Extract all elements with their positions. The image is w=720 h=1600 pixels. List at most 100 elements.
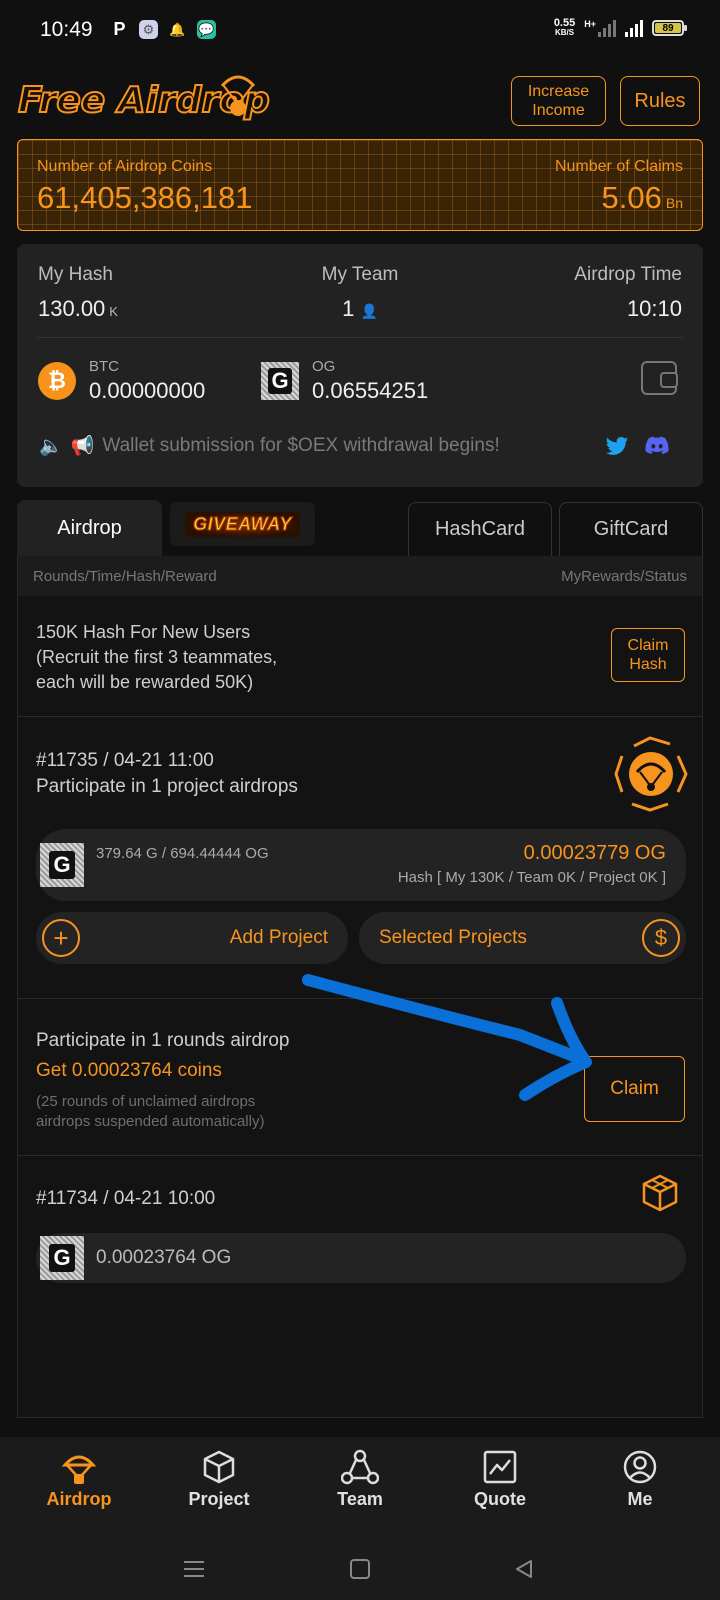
megaphone-icon: 📢 (70, 436, 95, 457)
round-reward: 0.00023779 OG (523, 842, 666, 864)
home-icon[interactable] (350, 1559, 370, 1579)
status-right: 0.55 KB/S H+ 89 (554, 18, 687, 38)
og-name: OG (312, 358, 336, 375)
og-value: 0.06554251 (312, 378, 429, 403)
speed-unit: KB/S (554, 28, 575, 37)
speaker-icon: 🔈 (39, 436, 63, 457)
round-11734-reward: 0.00023764 OG (96, 1247, 232, 1268)
team-network-icon (341, 1449, 379, 1485)
twitter-icon[interactable] (605, 436, 629, 458)
nav-project-label: Project (188, 1489, 250, 1509)
tab-giveaway[interactable]: GIVEAWAY (170, 502, 315, 546)
nav-quote[interactable]: Quote (450, 1449, 550, 1510)
coins-label: Number of Airdrop Coins (37, 158, 213, 175)
rules-button[interactable]: Rules (620, 76, 700, 126)
parachute-icon (61, 1455, 97, 1484)
add-project-label: Add Project (229, 927, 328, 948)
nav-project[interactable]: Project (169, 1449, 269, 1510)
network-type: H+ (584, 19, 596, 29)
divider (37, 337, 683, 338)
airdrop-time-value: 10:10 (626, 296, 682, 321)
claim-coins-text: Get 0.00023764 coins (36, 1060, 222, 1081)
bell-icon: 🔔 (169, 21, 186, 37)
discord-icon[interactable] (645, 436, 669, 456)
increase-income-button[interactable]: Increase Income (511, 76, 606, 126)
announcement-bar[interactable]: 🔈 📢 Wallet submission for $OEX withdrawa… (39, 434, 500, 458)
nav-quote-label: Quote (474, 1489, 526, 1509)
chat-app-icon: 💬 (197, 20, 216, 39)
menu-icon[interactable] (183, 1559, 205, 1579)
og-icon: G (261, 362, 299, 400)
claim-note-line2: airdrops suspended automatically) (36, 1113, 265, 1130)
round-title: #11735 / 04-21 11:00 (36, 750, 214, 771)
claim-note-line1: (25 rounds of unclaimed airdrops (36, 1093, 256, 1110)
round-11734-reward-card[interactable]: G 0.00023764 OG (36, 1233, 686, 1283)
claims-label: Number of Claims (554, 158, 683, 175)
claims-unit: Bn (665, 195, 683, 211)
claims-value: 5.06 (601, 180, 662, 215)
my-team-value: 1 (342, 296, 355, 321)
round-11735-header: #11735 / 04-21 11:00 Participate in 1 pr… (36, 748, 298, 800)
status-bar: 10:49 P ⚙ 🔔 💬 0.55 KB/S H+ 89 (0, 0, 720, 62)
selected-projects-label: Selected Projects (379, 927, 527, 948)
chart-icon (483, 1450, 517, 1484)
nav-me[interactable]: Me (590, 1449, 690, 1510)
network-speed: 0.55 KB/S (554, 18, 575, 38)
claim-note: (25 rounds of unclaimed airdrops airdrop… (36, 1092, 264, 1132)
project-amount: 379.64 G / 694.44444 OG (96, 845, 269, 862)
battery-level: 89 (662, 22, 674, 34)
bottom-nav: Airdrop Project Team Quote Me (0, 1437, 720, 1600)
giveaway-label: GIVEAWAY (185, 511, 300, 537)
claim-rounds-text: Participate in 1 rounds airdrop (36, 1030, 290, 1051)
row-divider (18, 1155, 702, 1156)
status-time: 10:49 (40, 18, 93, 41)
app-logo: Free Airdrop (17, 72, 271, 128)
plus-circle-icon: + (42, 919, 80, 957)
project-reward-card[interactable]: G 379.64 G / 694.44444 OG 0.00023779 OG … (36, 829, 686, 901)
og-project-icon: G (40, 843, 84, 887)
btc-name: BTC (89, 358, 119, 375)
nav-airdrop-label: Airdrop (46, 1489, 112, 1509)
user-stats-card: My Hash 130.00 K My Team 1 👤 Airdrop Time… (17, 244, 703, 487)
back-icon[interactable] (514, 1559, 534, 1579)
og-reward-icon: G (40, 1236, 84, 1280)
dollar-circle-icon: $ (642, 919, 680, 957)
user-circle-icon (623, 1450, 657, 1484)
airdrop-stats-banner: Number of Airdrop Coins 61,405,386,181 N… (17, 139, 703, 231)
row-divider (18, 716, 702, 717)
wallet-icon[interactable] (641, 361, 678, 395)
nav-team[interactable]: Team (310, 1449, 410, 1510)
p-app-icon: P (113, 19, 126, 39)
selected-projects-button[interactable]: Selected Projects $ (359, 912, 686, 964)
promo-line2: (Recruit the first 3 teammates, (36, 647, 278, 667)
round-11734-title: #11734 / 04-21 10:00 (36, 1188, 216, 1209)
airdrop-badge-icon (614, 736, 688, 812)
tab-giftcard[interactable]: GiftCard (559, 502, 703, 556)
promo-line1: 150K Hash For New Users (36, 622, 251, 642)
claim-button[interactable]: Claim (584, 1056, 685, 1122)
add-project-button[interactable]: + Add Project (36, 912, 348, 964)
battery-icon: 89 (652, 20, 687, 36)
settings-app-icon: ⚙ (139, 20, 158, 39)
cube-icon (203, 1450, 235, 1484)
signal-icon (625, 19, 643, 37)
airdrop-list-panel: Rounds/Time/Hash/Reward MyRewards/Status… (17, 556, 703, 1418)
hash-detail: Hash [ My 130K / Team 0K / Project 0K ] (397, 869, 666, 886)
btc-icon: ₿ (38, 362, 76, 400)
coins-value: 61,405,386,181 (37, 180, 253, 215)
tab-airdrop[interactable]: Airdrop (17, 500, 162, 556)
row-divider (18, 998, 702, 999)
gift-box-icon (642, 1174, 678, 1212)
nav-team-label: Team (337, 1489, 383, 1509)
nav-airdrop[interactable]: Airdrop (29, 1449, 129, 1510)
round-subtitle: Participate in 1 project airdrops (36, 776, 298, 797)
airdrop-time-label: Airdrop Time (574, 264, 682, 285)
announcement-text: Wallet submission for $OEX withdrawal be… (102, 435, 500, 456)
person-icon: 👤 (360, 303, 378, 319)
claim-hash-button[interactable]: Claim Hash (611, 628, 685, 682)
tab-hashcard[interactable]: HashCard (408, 502, 552, 556)
notification-icons: P ⚙ 🔔 💬 (110, 19, 216, 39)
signal-h-icon: H+ (584, 19, 616, 37)
new-user-promo: 150K Hash For New Users (Recruit the fir… (36, 620, 277, 695)
list-header-left: Rounds/Time/Hash/Reward (33, 568, 217, 585)
